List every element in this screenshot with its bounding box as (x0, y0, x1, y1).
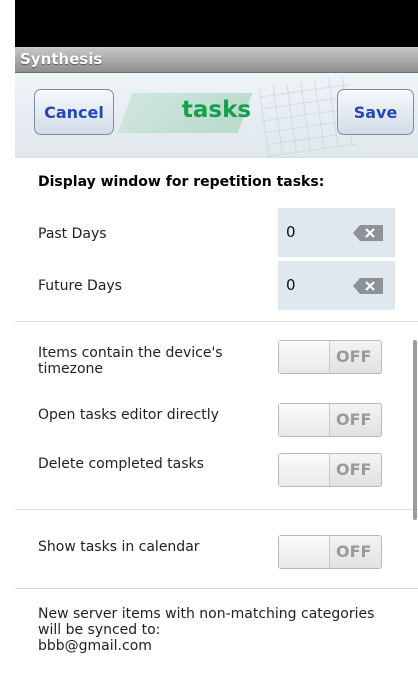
app-title: Synthesis (20, 50, 103, 68)
toggle-thumb (279, 341, 330, 373)
sync-info: New server items with non-matching categ… (38, 606, 398, 654)
toggle-thumb (279, 404, 330, 436)
open-editor-label: Open tasks editor directly (38, 407, 219, 423)
future-days-field[interactable]: 0 (278, 261, 395, 310)
sync-info-text: New server items with non-matching categ… (38, 606, 375, 638)
save-button[interactable]: Save (337, 89, 414, 135)
past-days-value: 0 (286, 223, 296, 241)
future-days-value: 0 (286, 276, 296, 294)
timezone-label: Items contain the device's timezone (38, 345, 223, 377)
left-margin (0, 0, 15, 675)
cancel-button[interactable]: Cancel (34, 89, 114, 135)
show-calendar-label: Show tasks in calendar (38, 539, 200, 555)
divider (15, 588, 418, 589)
status-bar (15, 0, 418, 47)
toggle-state: OFF (336, 347, 372, 366)
open-editor-toggle[interactable]: OFF (278, 403, 382, 437)
past-days-field[interactable]: 0 (278, 208, 395, 257)
past-days-label: Past Days (38, 226, 107, 242)
backspace-clear-icon[interactable] (353, 225, 383, 241)
future-days-label: Future Days (38, 278, 122, 294)
toggle-thumb (279, 454, 330, 486)
timezone-toggle[interactable]: OFF (278, 340, 382, 374)
delete-completed-toggle[interactable]: OFF (278, 453, 382, 487)
show-calendar-toggle[interactable]: OFF (278, 535, 382, 569)
divider (15, 509, 418, 510)
toggle-state: OFF (336, 410, 372, 429)
repetition-heading: Display window for repetition tasks: (38, 174, 325, 190)
toggle-state: OFF (336, 542, 372, 561)
header-bar: tasks Cancel Save (15, 73, 418, 158)
toggle-state: OFF (336, 460, 372, 479)
delete-completed-label: Delete completed tasks (38, 456, 204, 472)
toggle-thumb (279, 536, 330, 568)
sync-email: bbb@gmail.com (38, 638, 152, 654)
backspace-clear-icon[interactable] (353, 278, 383, 294)
divider (15, 321, 418, 322)
scrollbar[interactable] (413, 340, 417, 520)
app-screen: Synthesis tasks Cancel Save Display wind… (15, 0, 418, 675)
title-bar: Synthesis (15, 47, 418, 73)
